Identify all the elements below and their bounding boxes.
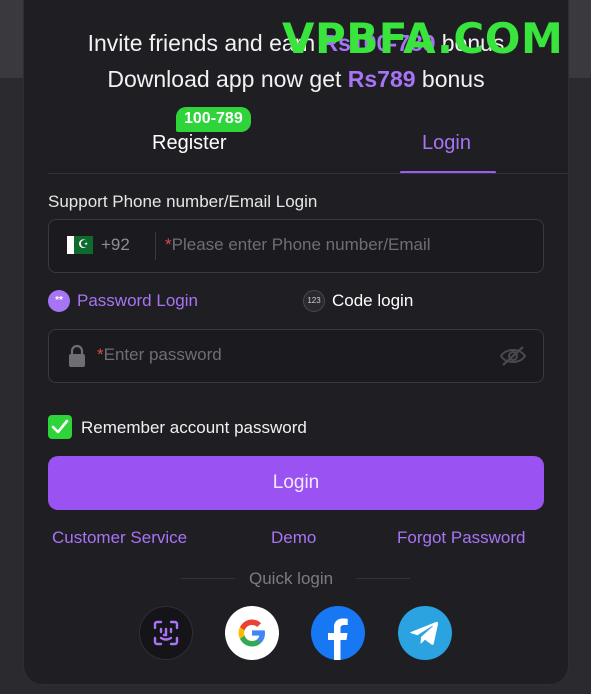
country-code[interactable]: +92: [101, 235, 130, 255]
face-id-login-button[interactable]: [139, 606, 193, 660]
password-input[interactable]: *Enter password: [97, 345, 222, 365]
remember-label: Remember account password: [81, 418, 307, 437]
register-bonus-badge: 100-789: [176, 107, 251, 132]
phone-email-input[interactable]: *Please enter Phone number/Email: [165, 235, 431, 255]
watermark: VPBFA.COM: [282, 14, 564, 63]
password-dots-icon: **: [48, 290, 70, 312]
telegram-icon: [410, 621, 439, 645]
face-id-icon: [153, 620, 179, 646]
numeric-code-icon: 123: [303, 290, 325, 312]
field-divider: [155, 232, 156, 260]
auth-tabs: Register 100-789 Login: [48, 105, 568, 175]
remember-checkbox[interactable]: [48, 415, 72, 439]
pakistan-flag-icon[interactable]: ☪: [67, 236, 93, 254]
divider-right: [356, 578, 410, 579]
tab-register[interactable]: Register: [152, 132, 226, 155]
google-icon: [238, 619, 265, 647]
eye-hidden-icon[interactable]: [499, 345, 527, 367]
login-button[interactable]: Login: [48, 456, 544, 510]
code-login-option[interactable]: 123 Code login: [303, 290, 413, 312]
demo-link[interactable]: Demo: [271, 528, 316, 548]
password-login-option[interactable]: ** Password Login: [48, 290, 198, 312]
tab-login[interactable]: Login: [422, 132, 471, 155]
login-method-heading: Support Phone number/Email Login: [48, 192, 318, 211]
promo-download-text: Download app now get Rs789 bonus: [107, 66, 485, 92]
google-login-button[interactable]: [225, 606, 279, 660]
required-mark: *: [165, 235, 172, 254]
facebook-login-button[interactable]: [311, 606, 365, 660]
required-mark: *: [97, 345, 104, 364]
promo-download-amount: Rs789: [347, 66, 416, 92]
checkmark-icon: [51, 419, 69, 434]
quick-login-heading: Quick login: [0, 569, 591, 591]
divider-left: [181, 578, 235, 579]
facebook-icon: [328, 618, 348, 660]
quick-login-label: Quick login: [249, 569, 334, 588]
tabs-divider: [48, 173, 568, 174]
telegram-login-button[interactable]: [398, 606, 452, 660]
lock-icon: [69, 344, 85, 367]
forgot-password-link[interactable]: Forgot Password: [397, 528, 526, 548]
password-field[interactable]: *Enter password: [48, 329, 544, 383]
customer-service-link[interactable]: Customer Service: [52, 528, 187, 548]
phone-email-field[interactable]: ☪ +92 *Please enter Phone number/Email: [48, 219, 544, 273]
